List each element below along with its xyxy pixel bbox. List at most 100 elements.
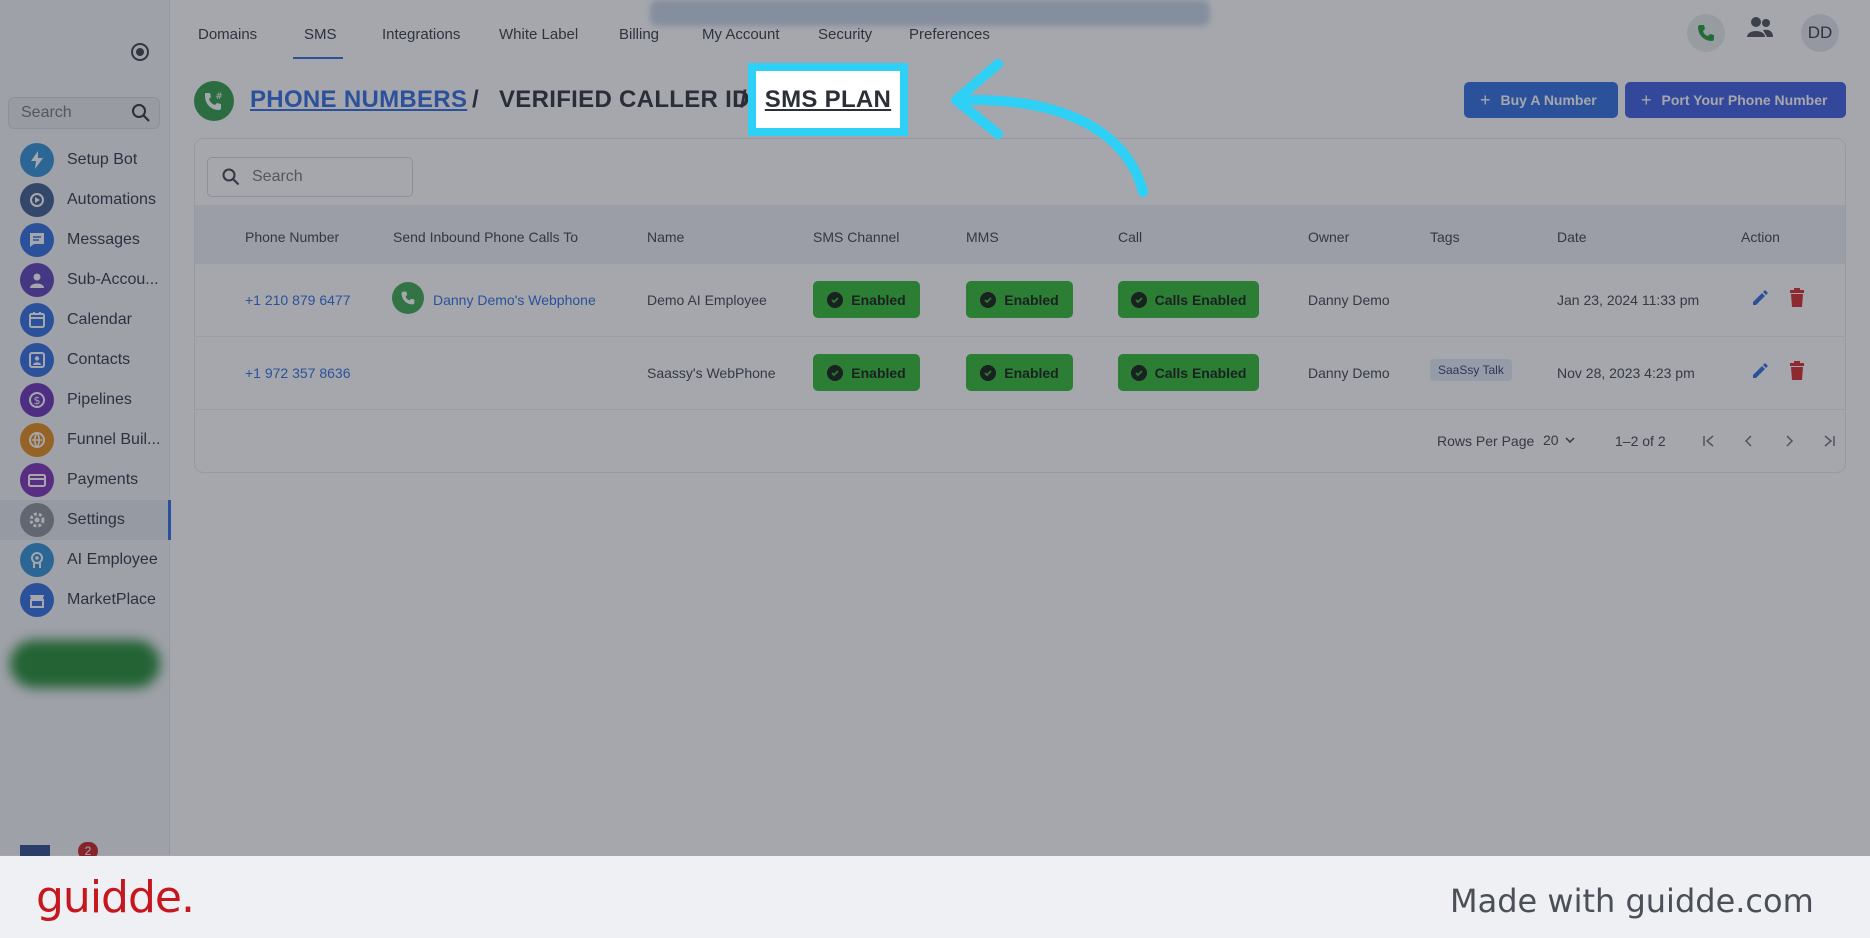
table-search[interactable]: [207, 157, 413, 197]
sidebar-item-label: MarketPlace: [67, 591, 156, 608]
status-label: Enabled: [1004, 364, 1059, 381]
sidebar-item-label: Contacts: [67, 351, 131, 368]
sidebar-item-setup-bot[interactable]: Setup Bot: [0, 140, 170, 180]
check-circle-icon: [980, 364, 997, 381]
calendar-icon: [20, 303, 54, 337]
guidde-footer: guidde. Made with guidde.com: [0, 856, 1870, 938]
sidebar-item-label: Pipelines: [67, 391, 132, 408]
edit-icon[interactable]: [1750, 361, 1770, 386]
tag-badge[interactable]: SaaSsy Talk: [1430, 359, 1512, 381]
column-header[interactable]: Name: [647, 229, 684, 245]
breadcrumb-verified-caller-id[interactable]: VERIFIED CALLER ID: [499, 86, 750, 114]
sidebar-search[interactable]: [8, 97, 160, 129]
number-name: Demo AI Employee: [647, 292, 767, 308]
plus-icon: +: [1480, 89, 1491, 110]
check-circle-icon: [1130, 364, 1147, 381]
tab-billing[interactable]: Billing: [619, 26, 659, 43]
avatar[interactable]: DD: [1801, 14, 1839, 52]
location-switcher-icon[interactable]: [131, 43, 149, 61]
svg-text:#: #: [215, 92, 223, 102]
sidebar-item-payments[interactable]: Payments: [0, 460, 170, 500]
sidebar-item-ai-employee[interactable]: AI Employee: [0, 540, 170, 580]
sidebar-item-pipelines[interactable]: $ Pipelines: [0, 380, 170, 420]
rows-per-page-value: 20: [1543, 432, 1559, 448]
tab-my-account[interactable]: My Account: [702, 26, 780, 43]
prev-page-icon[interactable]: [1737, 429, 1761, 453]
phone-number-link[interactable]: +1 972 357 8636: [245, 365, 351, 381]
check-circle-icon: [1130, 291, 1147, 308]
sidebar-item-label: Setup Bot: [67, 151, 138, 168]
column-header[interactable]: MMS: [966, 229, 999, 245]
column-header[interactable]: SMS Channel: [813, 229, 899, 245]
card-icon: [20, 463, 54, 497]
store-icon: [20, 583, 54, 617]
column-header[interactable]: Owner: [1308, 229, 1349, 245]
inbound-target-link[interactable]: Danny Demo's Webphone: [433, 292, 596, 308]
rows-per-page-select[interactable]: 20: [1543, 432, 1575, 448]
tab-preferences[interactable]: Preferences: [909, 26, 990, 43]
chevron-down-icon: [1565, 437, 1575, 443]
edit-icon[interactable]: [1750, 288, 1770, 313]
breadcrumb-separator: /: [472, 86, 479, 113]
phone-numbers-card: Phone Number Send Inbound Phone Calls To…: [194, 138, 1846, 473]
delete-icon[interactable]: [1788, 361, 1806, 386]
delete-icon[interactable]: [1788, 288, 1806, 313]
sidebar-item-calendar[interactable]: Calendar: [0, 300, 170, 340]
column-header[interactable]: Call: [1118, 229, 1142, 245]
buy-number-button[interactable]: + Buy A Number: [1464, 82, 1618, 118]
table-row[interactable]: +1 972 357 8636 Saassy's WebPhone Enable…: [195, 337, 1845, 410]
column-header[interactable]: Tags: [1430, 229, 1460, 245]
tab-white-label[interactable]: White Label: [499, 26, 578, 43]
owner-name: Danny Demo: [1308, 292, 1390, 308]
mms-status-badge: Enabled: [966, 354, 1073, 391]
phone-icon[interactable]: [1687, 14, 1725, 52]
port-number-button[interactable]: + Port Your Phone Number: [1625, 82, 1846, 118]
user-icon: [20, 263, 54, 297]
search-icon[interactable]: [131, 103, 151, 128]
active-tab-indicator: [293, 57, 343, 59]
tab-security[interactable]: Security: [818, 26, 872, 43]
last-page-icon[interactable]: [1817, 429, 1841, 453]
column-header[interactable]: Phone Number: [245, 229, 339, 245]
column-header[interactable]: Date: [1557, 229, 1587, 245]
breadcrumb-sms-plan-label: SMS PLAN: [764, 85, 892, 113]
bolt-icon: [20, 143, 54, 177]
sidebar-item-label: Messages: [67, 231, 140, 248]
chat-icon: [20, 223, 54, 257]
sidebar-item-messages[interactable]: Messages: [0, 220, 170, 260]
sidebar-item-marketplace[interactable]: MarketPlace: [0, 580, 170, 620]
tab-sms[interactable]: SMS: [304, 26, 337, 43]
announcement-banner: [650, 0, 1210, 26]
upgrade-button[interactable]: [10, 640, 160, 688]
tab-domains[interactable]: Domains: [198, 26, 257, 43]
tab-integrations[interactable]: Integrations: [382, 26, 460, 43]
table-row[interactable]: +1 210 879 6477 Danny Demo's Webphone De…: [195, 264, 1845, 337]
breadcrumb-sms-plan[interactable]: SMS PLAN: [748, 63, 908, 136]
sidebar-item-contacts[interactable]: Contacts: [0, 340, 170, 380]
column-header[interactable]: Send Inbound Phone Calls To: [393, 229, 578, 245]
phone-number-link[interactable]: +1 210 879 6477: [245, 292, 351, 308]
number-name: Saassy's WebPhone: [647, 365, 776, 381]
automation-icon: [20, 183, 54, 217]
sidebar-item-sub-accounts[interactable]: Sub-Accou...: [0, 260, 170, 300]
sidebar-item-funnel-builder[interactable]: Funnel Buil...: [0, 420, 170, 460]
pagination: Rows Per Page 20 1–2 of 2: [195, 429, 1845, 453]
sidebar-item-settings[interactable]: Settings: [0, 500, 171, 540]
dollar-icon: $: [20, 383, 54, 417]
sidebar-item-automations[interactable]: Automations: [0, 180, 170, 220]
rows-per-page-label: Rows Per Page: [1437, 433, 1535, 449]
table-search-input[interactable]: [252, 168, 402, 186]
sidebar-search-input[interactable]: [9, 98, 119, 128]
buy-number-label: Buy A Number: [1500, 92, 1597, 108]
next-page-icon[interactable]: [1777, 429, 1801, 453]
sidebar-item-label: Sub-Accou...: [67, 271, 159, 288]
search-icon: [222, 168, 240, 186]
status-label: Calls Enabled: [1154, 291, 1247, 308]
sidebar-item-label: AI Employee: [67, 551, 158, 568]
first-page-icon[interactable]: [1697, 429, 1721, 453]
sidebar-nav: Setup Bot Automations Messages Sub-Accou…: [0, 140, 171, 620]
breadcrumb-phone-numbers[interactable]: PHONE NUMBERS: [250, 86, 467, 114]
sidebar-item-label: Funnel Buil...: [67, 431, 161, 448]
check-circle-icon: [827, 291, 844, 308]
people-icon[interactable]: [1746, 16, 1774, 43]
